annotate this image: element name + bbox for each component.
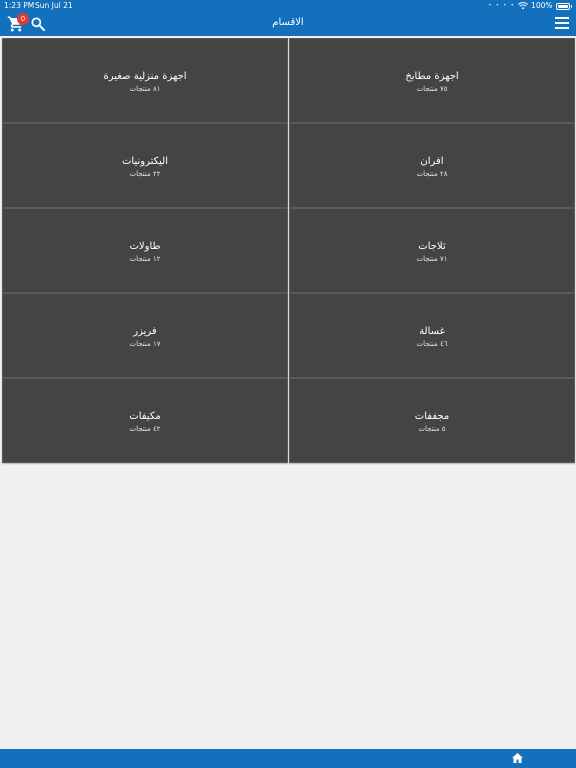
- category-tile[interactable]: افران ٢٨ منتجات: [289, 123, 575, 208]
- category-name: اجهزة منزلية صغيرة: [103, 71, 187, 82]
- category-name: فريزر: [133, 326, 157, 337]
- category-tile[interactable]: غسالة ٤٦ منتجات: [289, 293, 575, 378]
- category-tile[interactable]: اجهزة منزلية صغيرة ٨١ منتجات: [2, 38, 288, 123]
- menu-icon[interactable]: [555, 17, 569, 29]
- navigation-bar: 0 الاقسام: [0, 12, 576, 36]
- battery-icon: [555, 2, 570, 10]
- category-tile[interactable]: اليكترونيات ٢٢ منتجات: [2, 123, 288, 208]
- bottom-tab-bar: [0, 749, 576, 768]
- status-right: • • • • 100%: [488, 0, 572, 12]
- top-bar: 1:23 PM Sun Jul 21 • • • • 100% 0 الاقسا…: [0, 0, 576, 36]
- category-count: ٢٨ منتجات: [416, 170, 448, 178]
- battery-tip: [570, 4, 572, 8]
- wifi-icon: [518, 2, 529, 10]
- category-name: مكيفات: [129, 411, 161, 422]
- battery-percent: 100%: [531, 1, 553, 10]
- category-name: اليكترونيات: [122, 156, 168, 167]
- home-icon[interactable]: [511, 752, 524, 764]
- category-count: ٢٢ منتجات: [129, 170, 161, 178]
- category-count: ١٢ منتجات: [129, 255, 161, 263]
- category-count: ٥ منتجات: [418, 425, 446, 433]
- category-count: ٤٢ منتجات: [129, 425, 161, 433]
- category-count: ٧١ منتجات: [416, 255, 448, 263]
- page-title: الاقسام: [272, 17, 304, 28]
- category-count: ١٧ منتجات: [129, 340, 161, 348]
- category-name: افران: [420, 156, 444, 167]
- category-name: ثلاجات: [418, 241, 446, 252]
- status-bar: 1:23 PM Sun Jul 21 • • • • 100%: [0, 0, 576, 12]
- category-name: طاولات: [129, 241, 161, 252]
- category-name: مجففات: [414, 411, 450, 422]
- category-tile[interactable]: ثلاجات ٧١ منتجات: [289, 208, 575, 293]
- status-date: Sun Jul 21: [35, 1, 73, 10]
- status-time: 1:23 PM: [4, 1, 35, 10]
- category-count: ٨١ منتجات: [129, 85, 161, 93]
- category-tile[interactable]: مكيفات ٤٢ منتجات: [2, 378, 288, 463]
- category-count: ٧٥ منتجات: [416, 85, 448, 93]
- category-count: ٤٦ منتجات: [416, 340, 448, 348]
- category-name: غسالة: [419, 326, 445, 337]
- signal-dots-icon: • • • •: [488, 2, 516, 9]
- category-tile[interactable]: مجففات ٥ منتجات: [289, 378, 575, 463]
- category-tile[interactable]: اجهزة مطابخ ٧٥ منتجات: [289, 38, 575, 123]
- category-name: اجهزة مطابخ: [405, 71, 459, 82]
- category-tile[interactable]: فريزر ١٧ منتجات: [2, 293, 288, 378]
- category-tile[interactable]: طاولات ١٢ منتجات: [2, 208, 288, 293]
